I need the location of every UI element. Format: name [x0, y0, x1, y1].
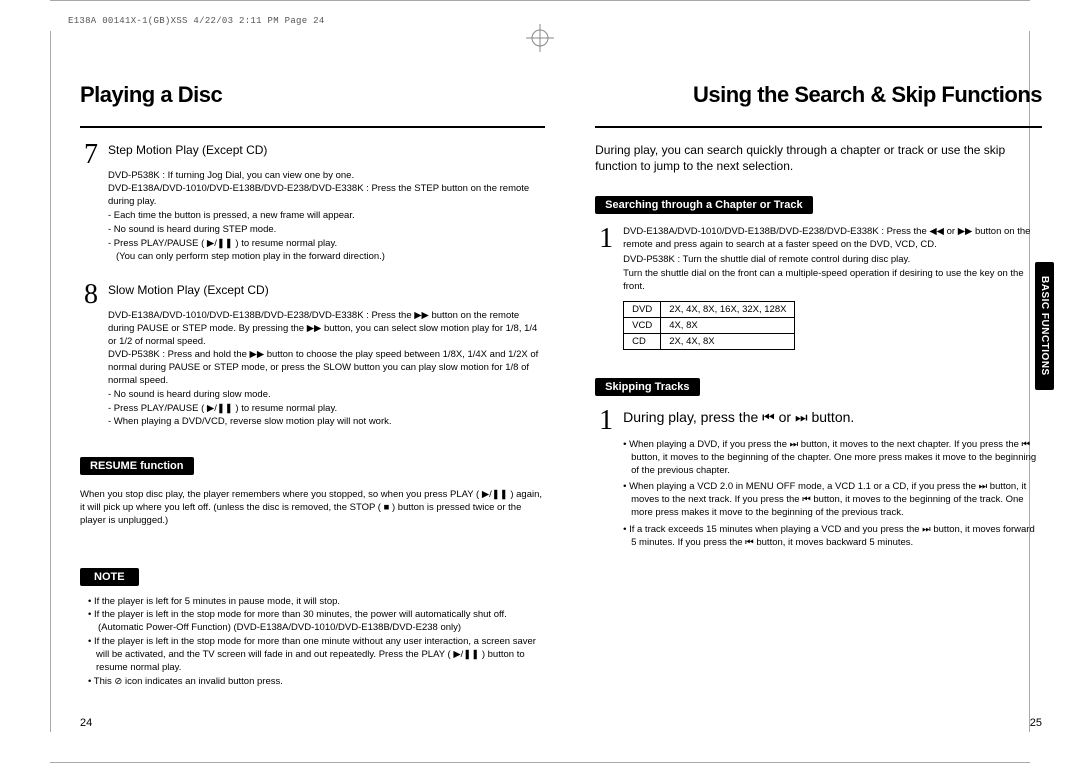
step-8-text: - When playing a DVD/VCD, reverse slow m… [108, 416, 545, 429]
note-tag: NOTE [80, 568, 139, 586]
skip-item: When playing a VCD 2.0 in MENU OFF mode,… [623, 481, 1042, 519]
step-7-text: DVD-E138A/DVD-1010/DVD-E138B/DVD-E238/DV… [108, 183, 545, 209]
table-row: DVD 2X, 4X, 8X, 16X, 32X, 128X [624, 302, 795, 318]
speed-value: 2X, 4X, 8X, 16X, 32X, 128X [661, 302, 795, 318]
step-7-text: - No sound is heard during STEP mode. [108, 224, 545, 237]
search-heading: Searching through a Chapter or Track [595, 196, 812, 214]
note-item-sub: (Automatic Power-Off Function) (DVD-E138… [96, 622, 545, 635]
side-tab: BASIC FUNCTIONS [1035, 262, 1054, 390]
step-8-text: DVD-E138A/DVD-1010/DVD-E138B/DVD-E238/DV… [108, 310, 545, 348]
step-number: 1 [595, 226, 617, 253]
step-8-text: - Press PLAY/PAUSE ( ▶/❚❚ ) to resume no… [108, 403, 545, 416]
step-8-text: - No sound is heard during slow mode. [108, 389, 545, 402]
step-7-text: - Press PLAY/PAUSE ( ▶/❚❚ ) to resume no… [108, 238, 545, 251]
title-underline [80, 126, 545, 128]
skip-item: If a track exceeds 15 minutes when playi… [623, 524, 1042, 550]
resume-text: When you stop disc play, the player reme… [80, 489, 545, 527]
step-8-text: DVD-P538K : Press and hold the ▶▶ button… [108, 349, 545, 387]
step-7-text: DVD-P538K : If turning Jog Dial, you can… [108, 170, 545, 183]
page-title-right: Using the Search & Skip Functions [595, 82, 1042, 108]
table-row: VCD 4X, 8X [624, 318, 795, 334]
step-number: 8 [80, 282, 102, 309]
page-number-right: 25 [1030, 717, 1042, 729]
skip-item: When playing a DVD, if you press the ⏭ b… [623, 439, 1042, 477]
note-item: If the player is left in the stop mode f… [88, 609, 545, 635]
speed-label: CD [624, 334, 661, 350]
search-text: DVD-E138A/DVD-1010/DVD-E138B/DVD-E238/DV… [623, 226, 1042, 252]
table-row: CD 2X, 4X, 8X [624, 334, 795, 350]
step-8: 8 Slow Motion Play (Except CD) [80, 282, 545, 309]
skip-bullets: When playing a DVD, if you press the ⏭ b… [623, 439, 1042, 550]
speed-value: 4X, 8X [661, 318, 795, 334]
speed-label: VCD [624, 318, 661, 334]
registration-mark-icon [526, 24, 554, 52]
title-underline [595, 126, 1042, 128]
step-7-text: (You can only perform step motion play i… [116, 251, 545, 264]
skip-line: During play, press the ⏮ or ⏭ button. [623, 408, 1042, 427]
skip-heading: Skipping Tracks [595, 378, 699, 396]
speed-label: DVD [624, 302, 661, 318]
search-text: DVD-P538K : Turn the shuttle dial of rem… [623, 254, 1042, 267]
right-page: Using the Search & Skip Functions During… [595, 82, 1042, 729]
skip-step-1: 1 During play, press the ⏮ or ⏭ button. [595, 408, 1042, 435]
page-number-left: 24 [80, 717, 92, 729]
note-item: If the player is left for 5 minutes in p… [88, 596, 545, 609]
speed-value: 2X, 4X, 8X [661, 334, 795, 350]
step-number: 1 [595, 408, 617, 435]
note-item: This ⊘ icon indicates an invalid button … [88, 676, 545, 689]
step-title: Step Motion Play (Except CD) [108, 142, 545, 158]
step-number: 7 [80, 142, 102, 169]
note-item: If the player is left in the stop mode f… [88, 636, 545, 674]
step-title: Slow Motion Play (Except CD) [108, 282, 545, 298]
page-spread: E138A 00141X-1(GB)XSS 4/22/03 2:11 PM Pa… [0, 0, 1080, 763]
page-title-left: Playing a Disc [80, 82, 545, 108]
note-list: If the player is left for 5 minutes in p… [88, 596, 545, 689]
left-page: Playing a Disc 7 Step Motion Play (Excep… [80, 82, 545, 729]
step-7-text: - Each time the button is pressed, a new… [108, 210, 545, 223]
print-header-meta: E138A 00141X-1(GB)XSS 4/22/03 2:11 PM Pa… [68, 16, 325, 26]
resume-tag: RESUME function [80, 457, 194, 475]
search-step-1: 1 DVD-E138A/DVD-1010/DVD-E138B/DVD-E238/… [595, 226, 1042, 253]
intro-text: During play, you can search quickly thro… [595, 142, 1042, 174]
search-text: Turn the shuttle dial on the front can a… [623, 268, 1042, 294]
step-7: 7 Step Motion Play (Except CD) [80, 142, 545, 169]
note-item-text: If the player is left in the stop mode f… [94, 609, 507, 620]
speed-table: DVD 2X, 4X, 8X, 16X, 32X, 128X VCD 4X, 8… [623, 301, 795, 350]
